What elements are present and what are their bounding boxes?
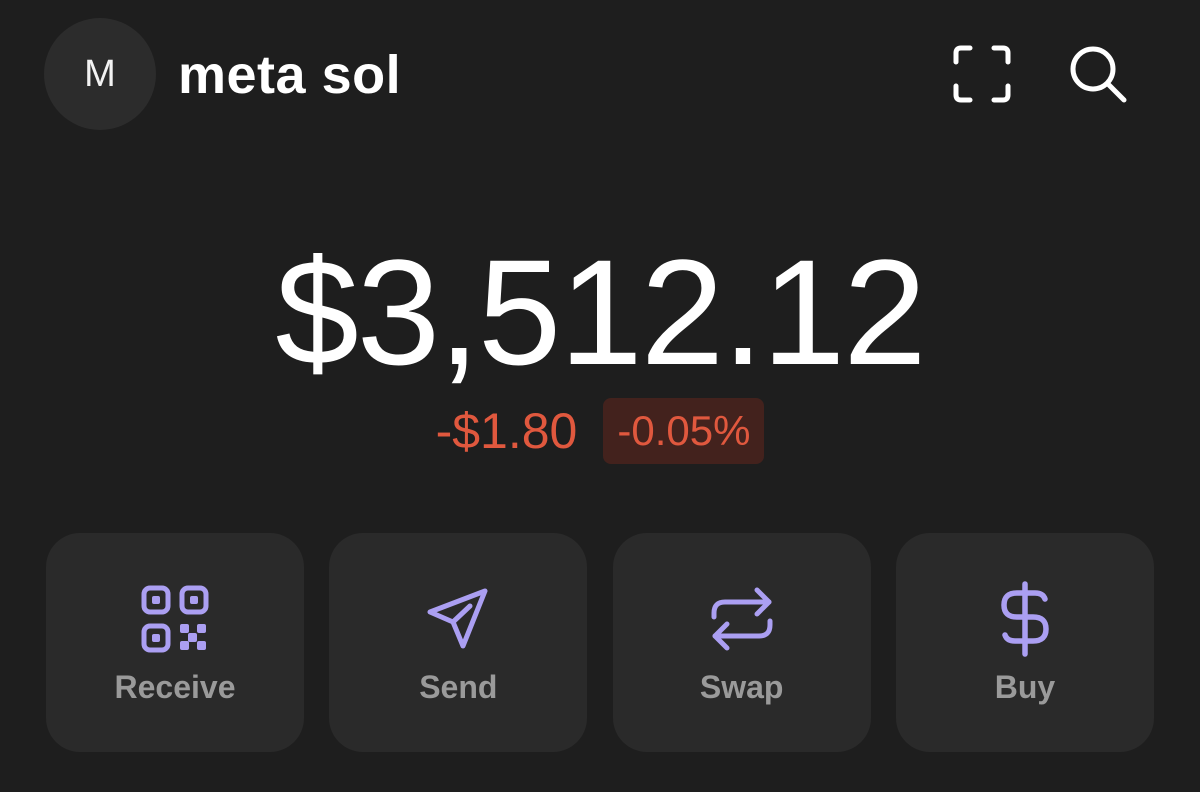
total-balance: $3,512.12 (275, 228, 926, 396)
avatar-initial: M (84, 52, 116, 95)
send-icon (427, 588, 488, 649)
account-avatar[interactable]: M (44, 18, 156, 130)
change-amount: -$1.80 (435, 403, 578, 459)
action-buttons: Receive Send Swap Buy (46, 533, 1154, 752)
search-button[interactable] (1056, 35, 1140, 113)
balance-change: -$1.80 -0.05% (0, 398, 1200, 464)
swap-label: Swap (699, 669, 784, 705)
dollar-icon (1001, 581, 1049, 657)
account-name[interactable]: meta sol (178, 40, 401, 110)
swap-icon (711, 587, 773, 651)
wallet-home-screen: M meta sol $3,512.12 -$1.80 -0.05% Recei… (0, 0, 1200, 792)
swap-button[interactable]: Swap (612, 533, 871, 752)
send-button[interactable]: Send (329, 533, 588, 752)
scan-button[interactable] (940, 35, 1024, 113)
qr-code-icon (141, 585, 209, 653)
search-icon (1070, 46, 1127, 103)
receive-label: Receive (114, 669, 236, 705)
send-label: Send (419, 669, 498, 705)
scan-icon (953, 45, 1011, 103)
receive-button[interactable]: Receive (46, 533, 304, 752)
change-percent-badge: -0.05% (603, 398, 765, 464)
buy-label: Buy (994, 669, 1056, 705)
buy-button[interactable]: Buy (895, 533, 1154, 752)
